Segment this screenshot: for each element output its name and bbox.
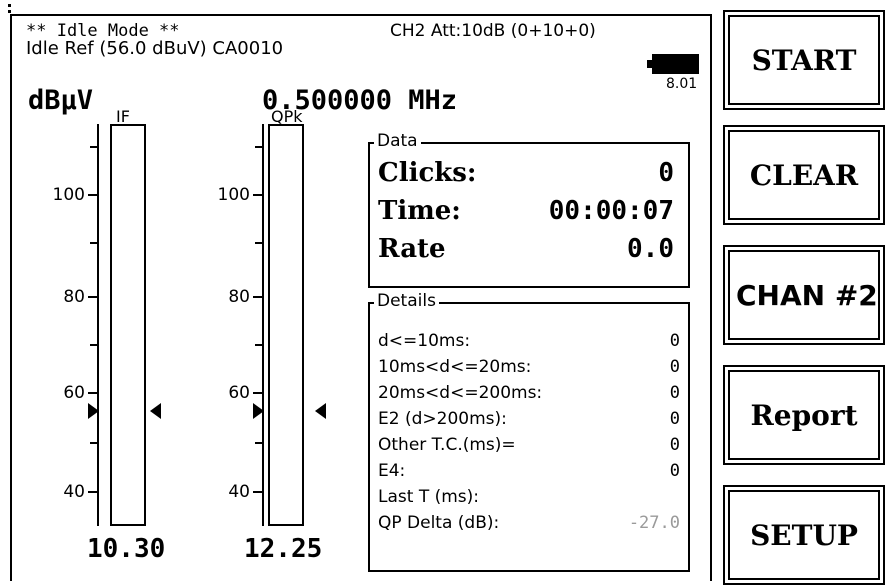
details-label: Other T.C.(ms)= <box>378 435 516 455</box>
tick-label: 60 <box>228 383 250 403</box>
data-box-legend: Data <box>374 132 421 150</box>
button-frame: Report <box>728 370 880 460</box>
tick-label: 100 <box>217 185 250 205</box>
details-label: 10ms<d<=20ms: <box>378 357 532 377</box>
rate-value: 0.0 <box>627 234 674 264</box>
tick <box>88 296 98 298</box>
tick-label: 100 <box>52 185 85 205</box>
details-label: 20ms<d<=200ms: <box>378 383 543 403</box>
details-row: 20ms<d<=200ms: 0 <box>370 382 688 404</box>
tick <box>253 296 263 298</box>
battery-icon <box>647 54 699 74</box>
tick <box>255 242 263 244</box>
clicks-value: 0 <box>658 158 674 188</box>
ref-marker-right <box>150 403 161 419</box>
button-frame: CHAN #2 <box>728 250 880 340</box>
setup-button[interactable]: SETUP <box>723 485 885 585</box>
tick <box>253 392 263 394</box>
tick <box>90 344 98 346</box>
details-row: Last T (ms): <box>370 486 688 508</box>
tick <box>255 442 263 444</box>
qp-delta-value: -27.0 <box>628 513 680 533</box>
corner-mark <box>8 4 11 7</box>
details-box-legend: Details <box>374 292 439 310</box>
time-label: Time: <box>378 196 461 226</box>
tick <box>88 491 98 493</box>
button-label: SETUP <box>750 518 858 552</box>
axis-line <box>97 124 99 526</box>
details-row: 10ms<d<=20ms: 0 <box>370 356 688 378</box>
attenuation-text: CH2 Att:10dB (0+10+0) <box>390 21 596 41</box>
details-label: E2 (d>200ms): <box>378 409 507 429</box>
tick-label: 40 <box>228 482 250 502</box>
meter-reading: 10.30 <box>87 534 166 564</box>
corner-mark-2 <box>8 10 11 13</box>
time-value: 00:00:07 <box>548 196 674 226</box>
button-frame: CLEAR <box>728 130 880 220</box>
meter-reading: 12.25 <box>244 534 323 564</box>
ref-marker-left <box>253 403 264 419</box>
details-label: d<=10ms: <box>378 331 471 351</box>
button-frame: SETUP <box>728 490 880 580</box>
details-box: Details d<=10ms: 0 10ms<d<=20ms: 0 20ms<d<… <box>368 292 690 572</box>
tick <box>255 146 263 148</box>
chan-button[interactable]: CHAN #2 <box>723 245 885 345</box>
button-label: Report <box>750 398 858 432</box>
details-row: E4: 0 <box>370 460 688 482</box>
units-label: dBµV <box>28 85 94 116</box>
tick <box>88 392 98 394</box>
battery-value: 8.01 <box>666 76 698 92</box>
tick <box>90 242 98 244</box>
details-row: d<=10ms: 0 <box>370 330 688 352</box>
tick <box>90 442 98 444</box>
report-button[interactable]: Report <box>723 365 885 465</box>
details-value: 0 <box>669 383 680 403</box>
meter-bar <box>110 124 146 526</box>
details-row: QP Delta (dB): -27.0 <box>370 512 688 534</box>
details-value: 0 <box>669 461 680 481</box>
details-label: Last T (ms): <box>378 487 480 507</box>
details-value: 0 <box>669 435 680 455</box>
details-label: E4: <box>378 461 406 481</box>
details-label: QP Delta (dB): <box>378 513 500 533</box>
tick-label: 40 <box>63 482 85 502</box>
rate-label: Rate <box>378 234 446 264</box>
button-label: START <box>751 43 857 77</box>
clicks-label: Clicks: <box>378 158 477 188</box>
tick <box>255 344 263 346</box>
button-label: CHAN #2 <box>736 278 878 312</box>
idle-ref-text: Idle Ref (56.0 dBuV) CA0010 <box>26 38 284 59</box>
clear-button[interactable]: CLEAR <box>723 125 885 225</box>
details-value: 0 <box>669 357 680 377</box>
tick-label: 80 <box>228 287 250 307</box>
details-value: 0 <box>669 409 680 429</box>
tick <box>253 194 263 196</box>
details-value: 0 <box>669 331 680 351</box>
tick <box>253 491 263 493</box>
tick-label: 80 <box>63 287 85 307</box>
details-row: E2 (d>200ms): 0 <box>370 408 688 430</box>
tick <box>90 146 98 148</box>
start-button[interactable]: START <box>723 10 885 110</box>
details-row: Other T.C.(ms)= 0 <box>370 434 688 456</box>
ref-marker-right <box>315 403 326 419</box>
meter-bar <box>268 124 304 526</box>
button-label: CLEAR <box>749 158 859 192</box>
axis-line <box>262 124 264 526</box>
tick <box>88 194 98 196</box>
data-box: Data Clicks: 0 Time: 00:00:07 Rate 0.0 <box>368 132 690 288</box>
button-frame: START <box>728 15 880 105</box>
ref-marker-left <box>88 403 99 419</box>
tick-label: 60 <box>63 383 85 403</box>
